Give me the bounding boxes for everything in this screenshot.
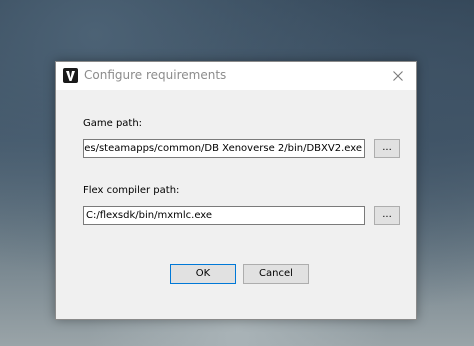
title-bar[interactable]: Configure requirements (56, 62, 416, 90)
game-path-label: Game path: (83, 118, 143, 129)
game-path-value: C:/Program Files/steamapps/common/DB Xen… (83, 143, 362, 154)
close-button[interactable] (380, 62, 416, 90)
flex-path-browse-button[interactable]: ... (374, 206, 400, 225)
dialog-title: Configure requirements (84, 68, 227, 82)
ok-button[interactable]: OK (170, 264, 236, 284)
flex-path-label: Flex compiler path: (83, 185, 180, 196)
cancel-button[interactable]: Cancel (243, 264, 309, 284)
close-icon (393, 71, 403, 81)
game-path-browse-button[interactable]: ... (374, 139, 400, 158)
flex-path-input[interactable]: C:/flexsdk/bin/mxmlc.exe (83, 206, 365, 225)
game-path-input[interactable]: C:/Program Files/steamapps/common/DB Xen… (83, 139, 365, 158)
app-logo-icon (63, 68, 78, 83)
configure-requirements-dialog: Configure requirements Game path: C:/Pro… (55, 61, 417, 320)
